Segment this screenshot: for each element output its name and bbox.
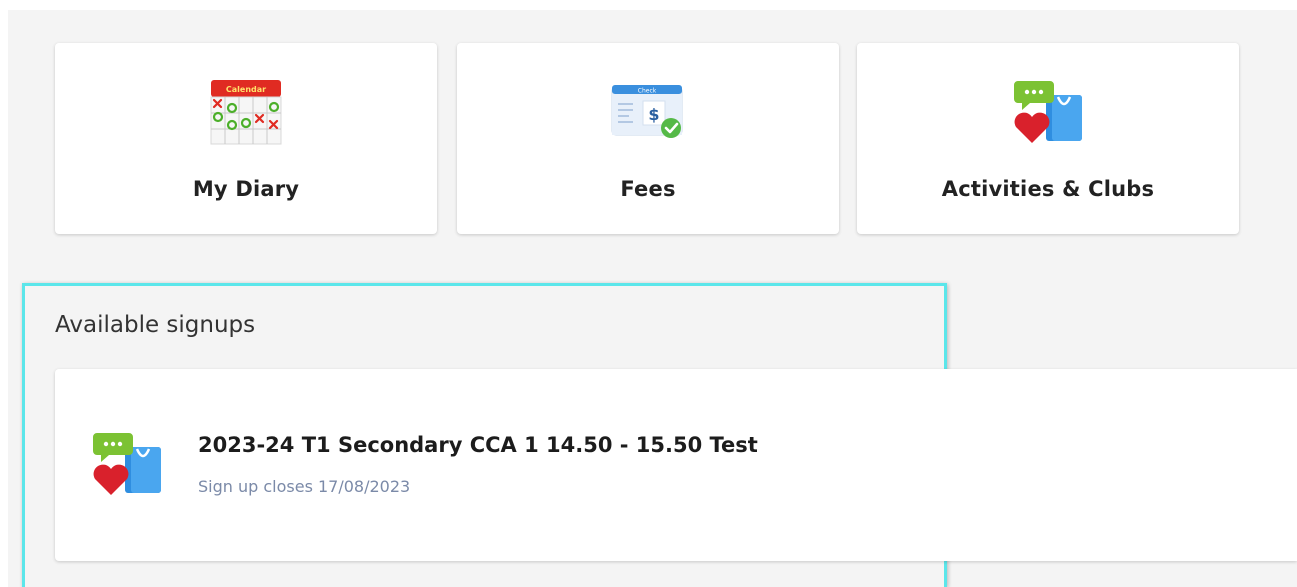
cheque-icon: Check $ (608, 79, 688, 149)
my-diary-tile[interactable]: Calendar My Diary (55, 43, 437, 234)
calendar-icon-header-text: Calendar (226, 85, 266, 94)
activities-icon (89, 431, 165, 499)
svg-text:$: $ (648, 105, 659, 124)
activities-clubs-label: Activities & Clubs (941, 177, 1155, 201)
calendar-icon: Calendar (206, 79, 286, 149)
signup-closing-date: Sign up closes 17/08/2023 (198, 477, 411, 496)
signup-card[interactable]: 2023-24 T1 Secondary CCA 1 14.50 - 15.50… (55, 369, 1297, 561)
activities-icon (1008, 79, 1088, 149)
my-diary-label: My Diary (192, 177, 300, 201)
fees-label: Fees (620, 177, 676, 201)
fees-tile[interactable]: Check $ Fees (457, 43, 839, 234)
cheque-icon-header-text: Check (638, 88, 657, 95)
available-signups-heading: Available signups (55, 312, 256, 338)
activities-clubs-tile[interactable]: Activities & Clubs (857, 43, 1239, 234)
signup-title[interactable]: 2023-24 T1 Secondary CCA 1 14.50 - 15.50… (198, 433, 758, 457)
